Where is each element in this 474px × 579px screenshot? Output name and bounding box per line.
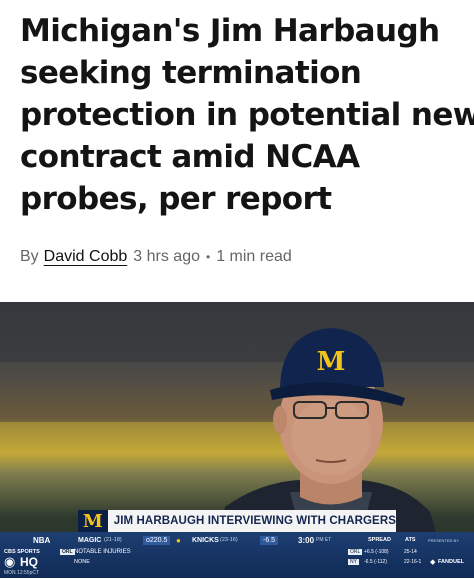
away-record: (21-18)	[104, 537, 122, 543]
headline-line: protection in potential new	[20, 97, 474, 133]
ticker-bottom-row: MON 12:55pCT	[0, 567, 474, 579]
local-time: MON 12:55pCT	[4, 570, 40, 576]
published-time: 3 hrs ago	[133, 248, 200, 265]
article-headline: Michigan's Jim Harbaugh seeking terminat…	[20, 10, 474, 220]
fanduel-shield-icon: ◆	[430, 559, 436, 566]
ats-row-value: 22-16-1	[404, 559, 422, 565]
cap-m-logo: M	[317, 347, 346, 377]
author-link[interactable]: David Cobb	[44, 248, 128, 266]
game-time: 3:00	[298, 535, 315, 545]
read-time: 1 min read	[216, 248, 292, 265]
sponsor-name: FANDUEL	[438, 559, 464, 565]
michigan-logo-icon: M	[78, 510, 108, 532]
spread-row-value: -6.5 (-112)	[364, 559, 387, 565]
game-total: o220.5	[143, 535, 171, 545]
away-team: MAGIC	[78, 536, 102, 544]
headline-line: Michigan's Jim Harbaugh	[20, 13, 440, 49]
byline-prefix: By	[20, 248, 39, 265]
lower-third-headline: JIM HARBAUGH INTERVIEWING WITH CHARGERS	[107, 510, 396, 532]
home-team: KNICKS	[192, 536, 219, 544]
headline-line: seeking termination	[20, 55, 362, 91]
spread-header: SPREAD	[368, 537, 391, 543]
ticker-top-row: NBA MAGIC (21-18) o220.5 ● KNICKS (23-16…	[0, 534, 474, 546]
byline-separator: •	[206, 250, 211, 264]
notes-label: NOTABLE INJURIES	[74, 549, 131, 555]
headline-line: probes, per report	[20, 181, 332, 217]
home-record: (23-16)	[220, 537, 238, 543]
tv-score-ticker: NBA MAGIC (21-18) o220.5 ● KNICKS (23-16…	[0, 532, 474, 578]
headline-line: contract amid NCAA	[20, 139, 360, 175]
home-spread: -6.5	[260, 535, 279, 545]
league-label: NBA	[33, 535, 51, 545]
notes-team: ORL	[60, 549, 75, 555]
spread-row-value: +6.5 (-108)	[364, 549, 389, 555]
presented-by: PRESENTED BY	[428, 537, 459, 543]
ats-header: ATS	[405, 537, 416, 543]
byline: By David Cobb 3 hrs ago • 1 min read	[20, 248, 292, 266]
ats-row-value: 25-14	[404, 549, 417, 555]
notes-value: NONE	[74, 559, 90, 565]
tv-lower-third: M JIM HARBAUGH INTERVIEWING WITH CHARGER…	[78, 510, 396, 532]
knicks-logo-icon: ●	[176, 535, 181, 545]
game-time-suffix: PM ET	[316, 537, 332, 543]
spread-row-team: NY	[348, 559, 359, 565]
spread-row-team: ORL	[348, 549, 363, 555]
